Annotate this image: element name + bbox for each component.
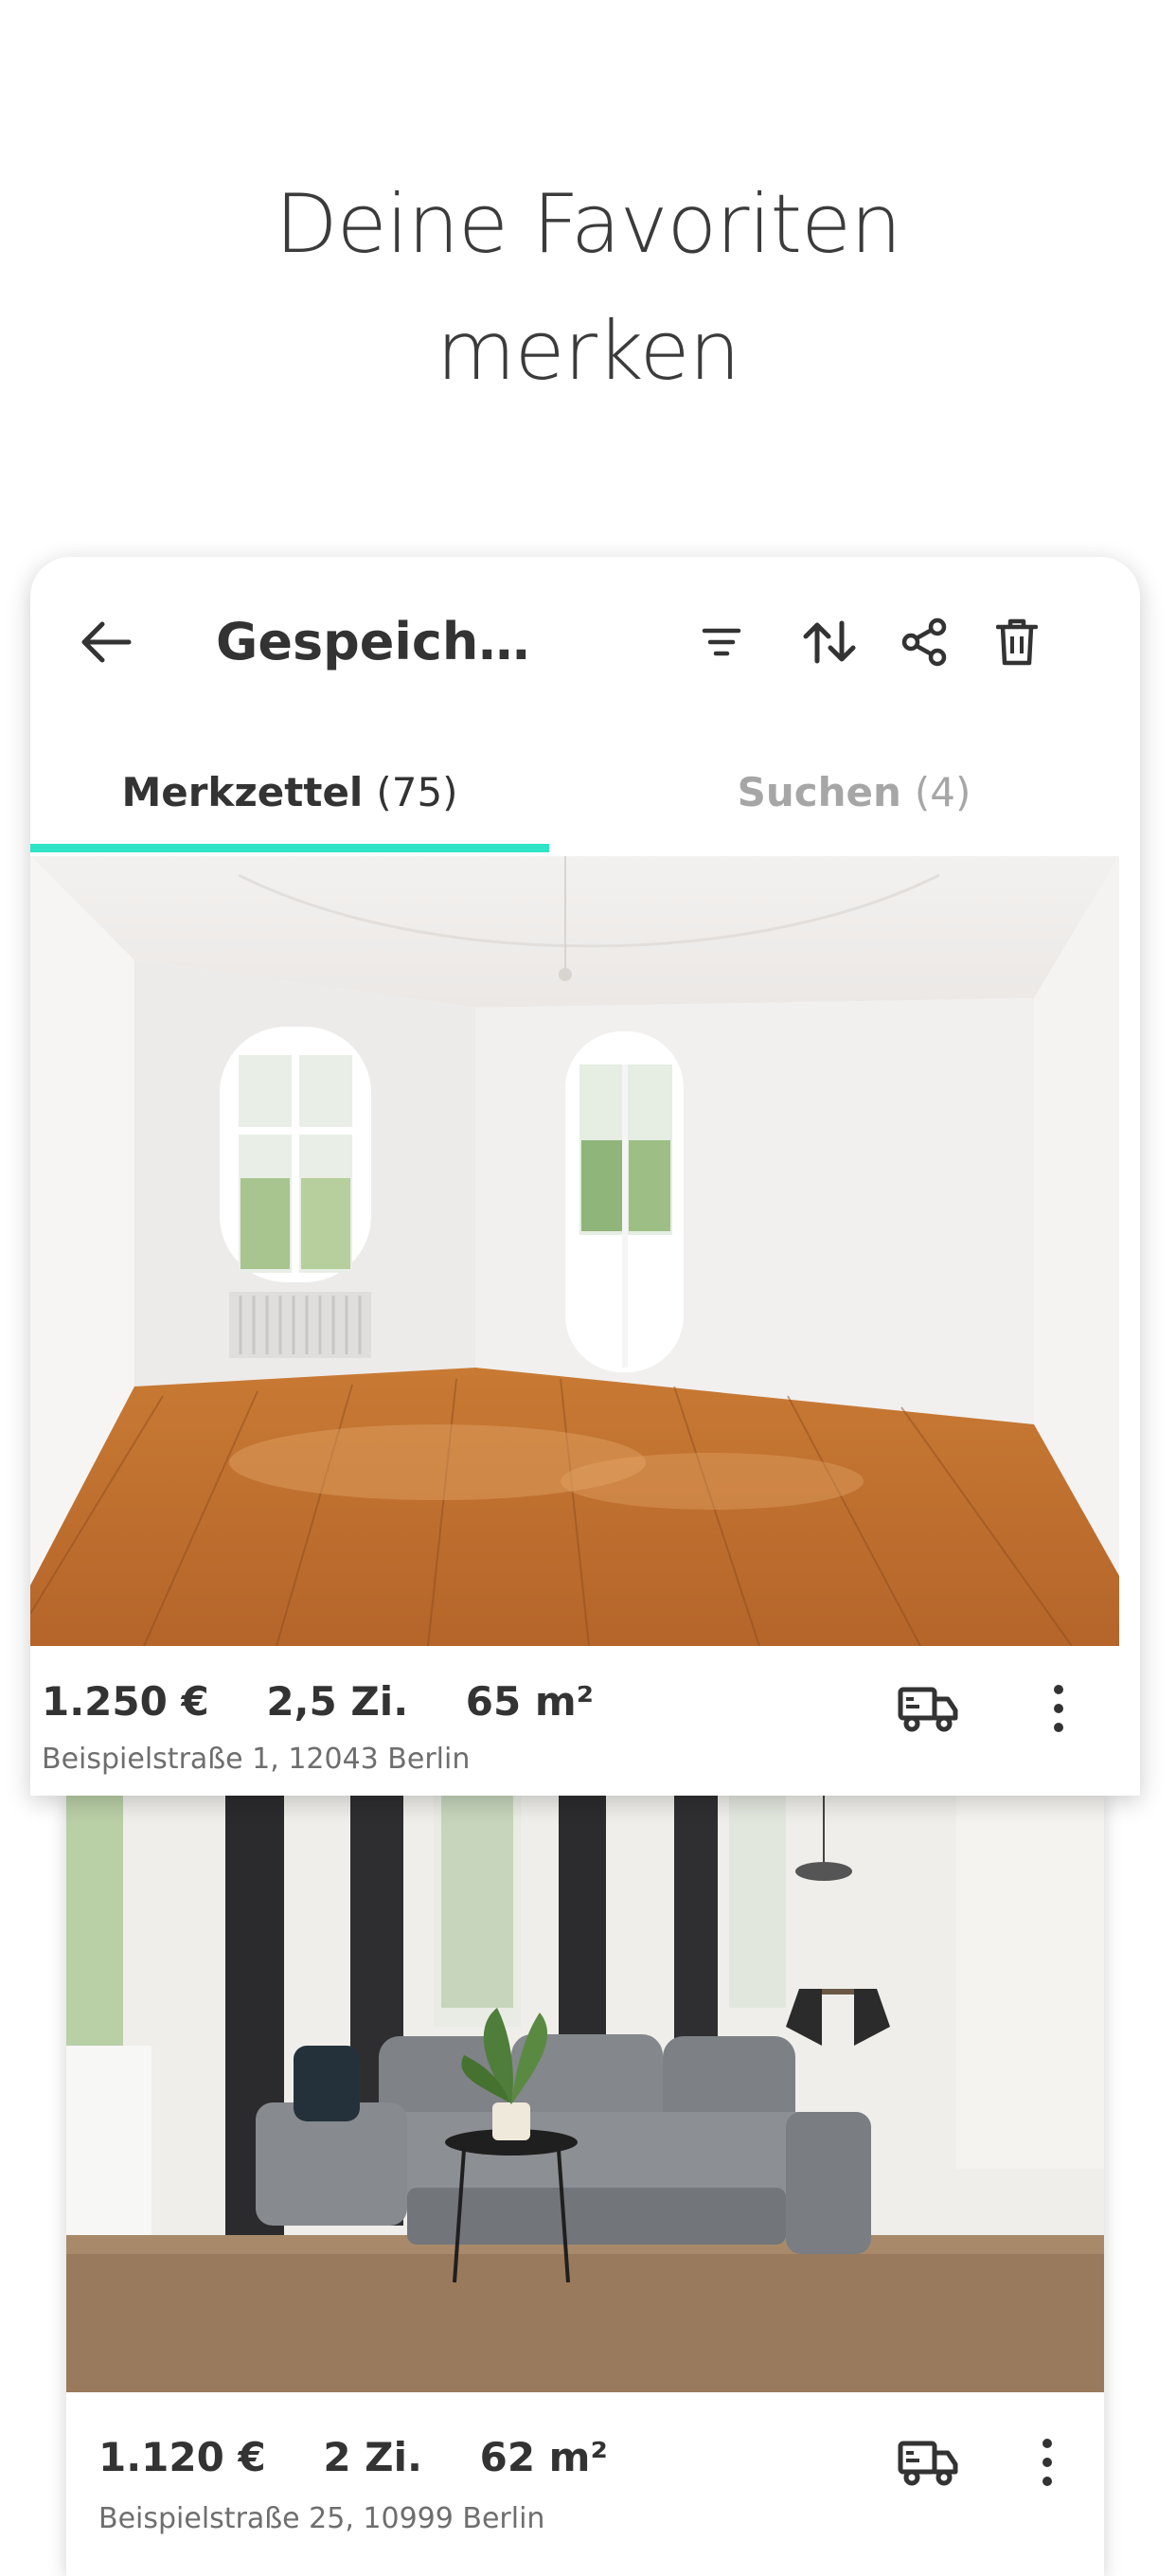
more-options-icon[interactable]: [1023, 1673, 1095, 1744]
listing-photo-2[interactable]: [66, 1790, 1104, 2392]
listing-2-area: 62 m²: [479, 2434, 608, 2480]
tab-merkzettel-label: Merkzettel: [121, 768, 364, 815]
more-options-icon[interactable]: [1011, 2426, 1083, 2498]
listing-1-rooms: 2,5 Zi.: [266, 1678, 409, 1725]
listing-1-area: 65 m²: [465, 1678, 595, 1725]
tab-merkzettel[interactable]: Merkzettel (75): [30, 727, 549, 856]
listing-2-address: Beispielstraße 25, 10999 Berlin: [98, 2502, 545, 2535]
active-tab-indicator: [30, 844, 549, 852]
headline-word-favoriten: Favoriten: [532, 177, 901, 272]
share-icon[interactable]: [890, 608, 958, 676]
trash-icon[interactable]: [983, 608, 1051, 676]
back-arrow-icon[interactable]: [72, 608, 140, 676]
listing-1-facts: 1.250 € 2,5 Zi. 65 m²: [42, 1678, 637, 1725]
moving-truck-icon[interactable]: [892, 1673, 964, 1744]
listing-photo-1[interactable]: [30, 856, 1119, 1646]
headline-highlight: Favoriten: [521, 161, 963, 288]
listing-2-price: 1.120 €: [98, 2434, 266, 2480]
moving-truck-icon[interactable]: [892, 2426, 964, 2498]
filter-icon[interactable]: [687, 608, 756, 676]
tab-bar: Merkzettel (75) Suchen (4): [30, 727, 1140, 856]
headline-word-deine: Deine: [275, 177, 508, 272]
tab-suchen[interactable]: Suchen (4): [595, 727, 1114, 856]
app-bar: Gespeich…: [30, 557, 1140, 727]
sort-icon[interactable]: [795, 608, 864, 676]
tab-suchen-count: (4): [914, 768, 971, 815]
headline-line-2: merken: [436, 304, 740, 399]
headline: Deine Favoriten merken: [0, 161, 1176, 415]
listing-2-facts: 1.120 € 2 Zi. 62 m²: [98, 2434, 651, 2480]
page-title: Gespeich…: [216, 612, 530, 671]
listing-1-address: Beispielstraße 1, 12043 Berlin: [42, 1743, 471, 1776]
listing-card-2[interactable]: 1.120 € 2 Zi. 62 m² Beispielstraße 25, 1…: [66, 1790, 1104, 2576]
tab-suchen-label: Suchen: [737, 768, 901, 815]
saved-listings-screen: Gespeich… Merkzettel (75) Suchen (4) 1.2…: [30, 557, 1140, 1796]
headline-line-1: Deine Favoriten: [0, 161, 1176, 288]
listing-2-rooms: 2 Zi.: [323, 2434, 422, 2480]
listing-1-price: 1.250 €: [42, 1678, 209, 1725]
tab-merkzettel-count: (75): [376, 768, 458, 815]
